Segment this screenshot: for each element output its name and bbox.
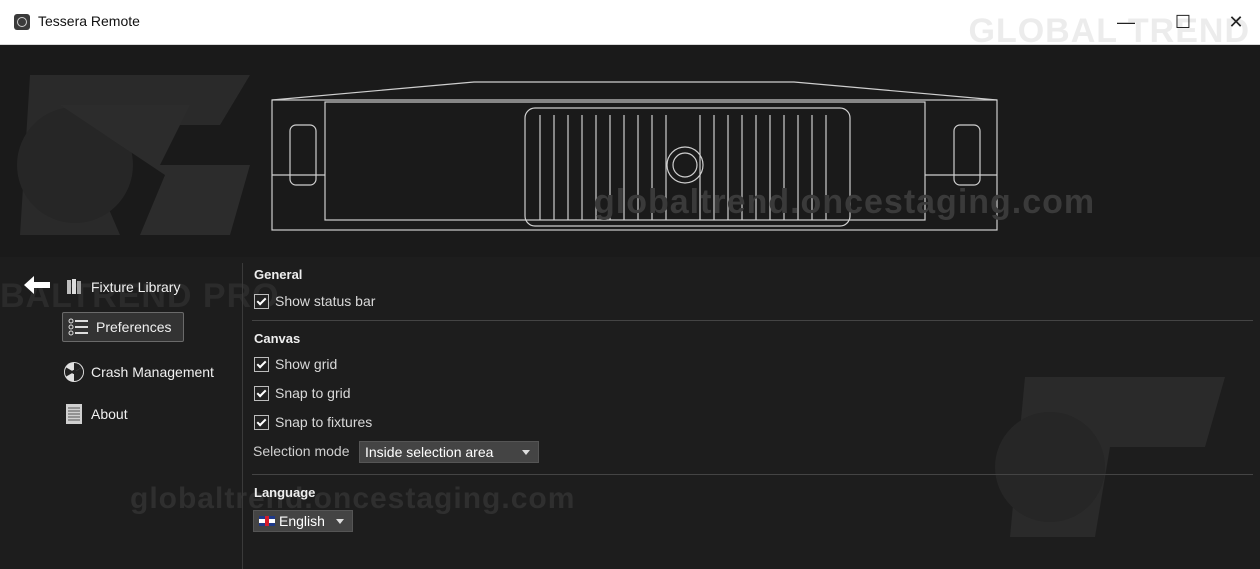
selection-mode-value: Inside selection area — [365, 444, 494, 460]
section-language-title: Language — [254, 485, 316, 500]
chevron-down-icon — [522, 450, 530, 455]
preferences-page: BALTREND PRO globaltrend.oncestaging.com… — [0, 257, 1260, 569]
sidebar-item-label: Fixture Library — [91, 279, 181, 295]
sidebar-item-label: Crash Management — [91, 364, 214, 380]
sidebar-item-preferences[interactable]: Preferences — [62, 312, 184, 342]
close-button[interactable]: ✕ — [1213, 0, 1259, 44]
maximize-button[interactable]: ☐ — [1160, 0, 1206, 44]
sidebar-item-crash-management[interactable]: Crash Management — [62, 357, 214, 387]
section-canvas-title: Canvas — [254, 331, 301, 346]
chevron-down-icon — [336, 519, 344, 524]
window-title: Tessera Remote — [38, 13, 140, 29]
checkbox-checked[interactable] — [254, 356, 269, 372]
watermark-hero: globaltrend.oncestaging.com — [594, 183, 1096, 221]
selection-mode-dropdown[interactable]: Inside selection area — [359, 441, 539, 463]
brand-logo-right — [995, 377, 1225, 537]
snap-to-grid-checkbox[interactable]: Snap to grid — [254, 383, 351, 403]
titlebar: Tessera Remote GLOBAL TREND — ☐ ✕ — [0, 0, 1260, 50]
back-arrow-icon[interactable] — [22, 273, 52, 297]
section-general-title: General — [254, 267, 303, 282]
sidebar-item-label: Preferences — [96, 319, 172, 335]
document-icon — [62, 402, 86, 426]
separator — [252, 474, 1253, 475]
sidebar-divider — [242, 263, 243, 569]
checkbox-label: Snap to grid — [275, 385, 351, 401]
sidebar-item-fixture-library[interactable]: Fixture Library — [62, 272, 180, 302]
sidebar-item-about[interactable]: About — [62, 399, 128, 429]
language-value: English — [279, 513, 325, 529]
minimize-button[interactable]: — — [1103, 0, 1149, 44]
language-dropdown[interactable]: English — [253, 510, 353, 532]
book-icon — [62, 275, 86, 299]
uk-flag-icon — [259, 516, 275, 526]
snap-to-fixtures-checkbox[interactable]: Snap to fixtures — [254, 412, 372, 432]
hero-device-banner: globaltrend.oncestaging.com — [0, 45, 1260, 258]
show-grid-checkbox[interactable]: Show grid — [254, 354, 337, 374]
radiation-icon — [62, 360, 86, 384]
selection-mode-label: Selection mode — [253, 443, 350, 459]
list-icon — [67, 315, 91, 339]
checkbox-checked[interactable] — [254, 293, 269, 309]
checkbox-label: Show grid — [275, 356, 338, 372]
device-illustration — [271, 81, 998, 231]
sidebar-item-label: About — [91, 406, 128, 422]
checkbox-checked[interactable] — [254, 414, 269, 430]
checkbox-label: Snap to fixtures — [275, 414, 373, 430]
app-icon — [14, 14, 30, 30]
show-status-bar-checkbox[interactable]: Show status bar — [254, 291, 375, 311]
separator — [252, 320, 1253, 321]
checkbox-label: Show status bar — [275, 293, 376, 309]
checkbox-checked[interactable] — [254, 385, 269, 401]
